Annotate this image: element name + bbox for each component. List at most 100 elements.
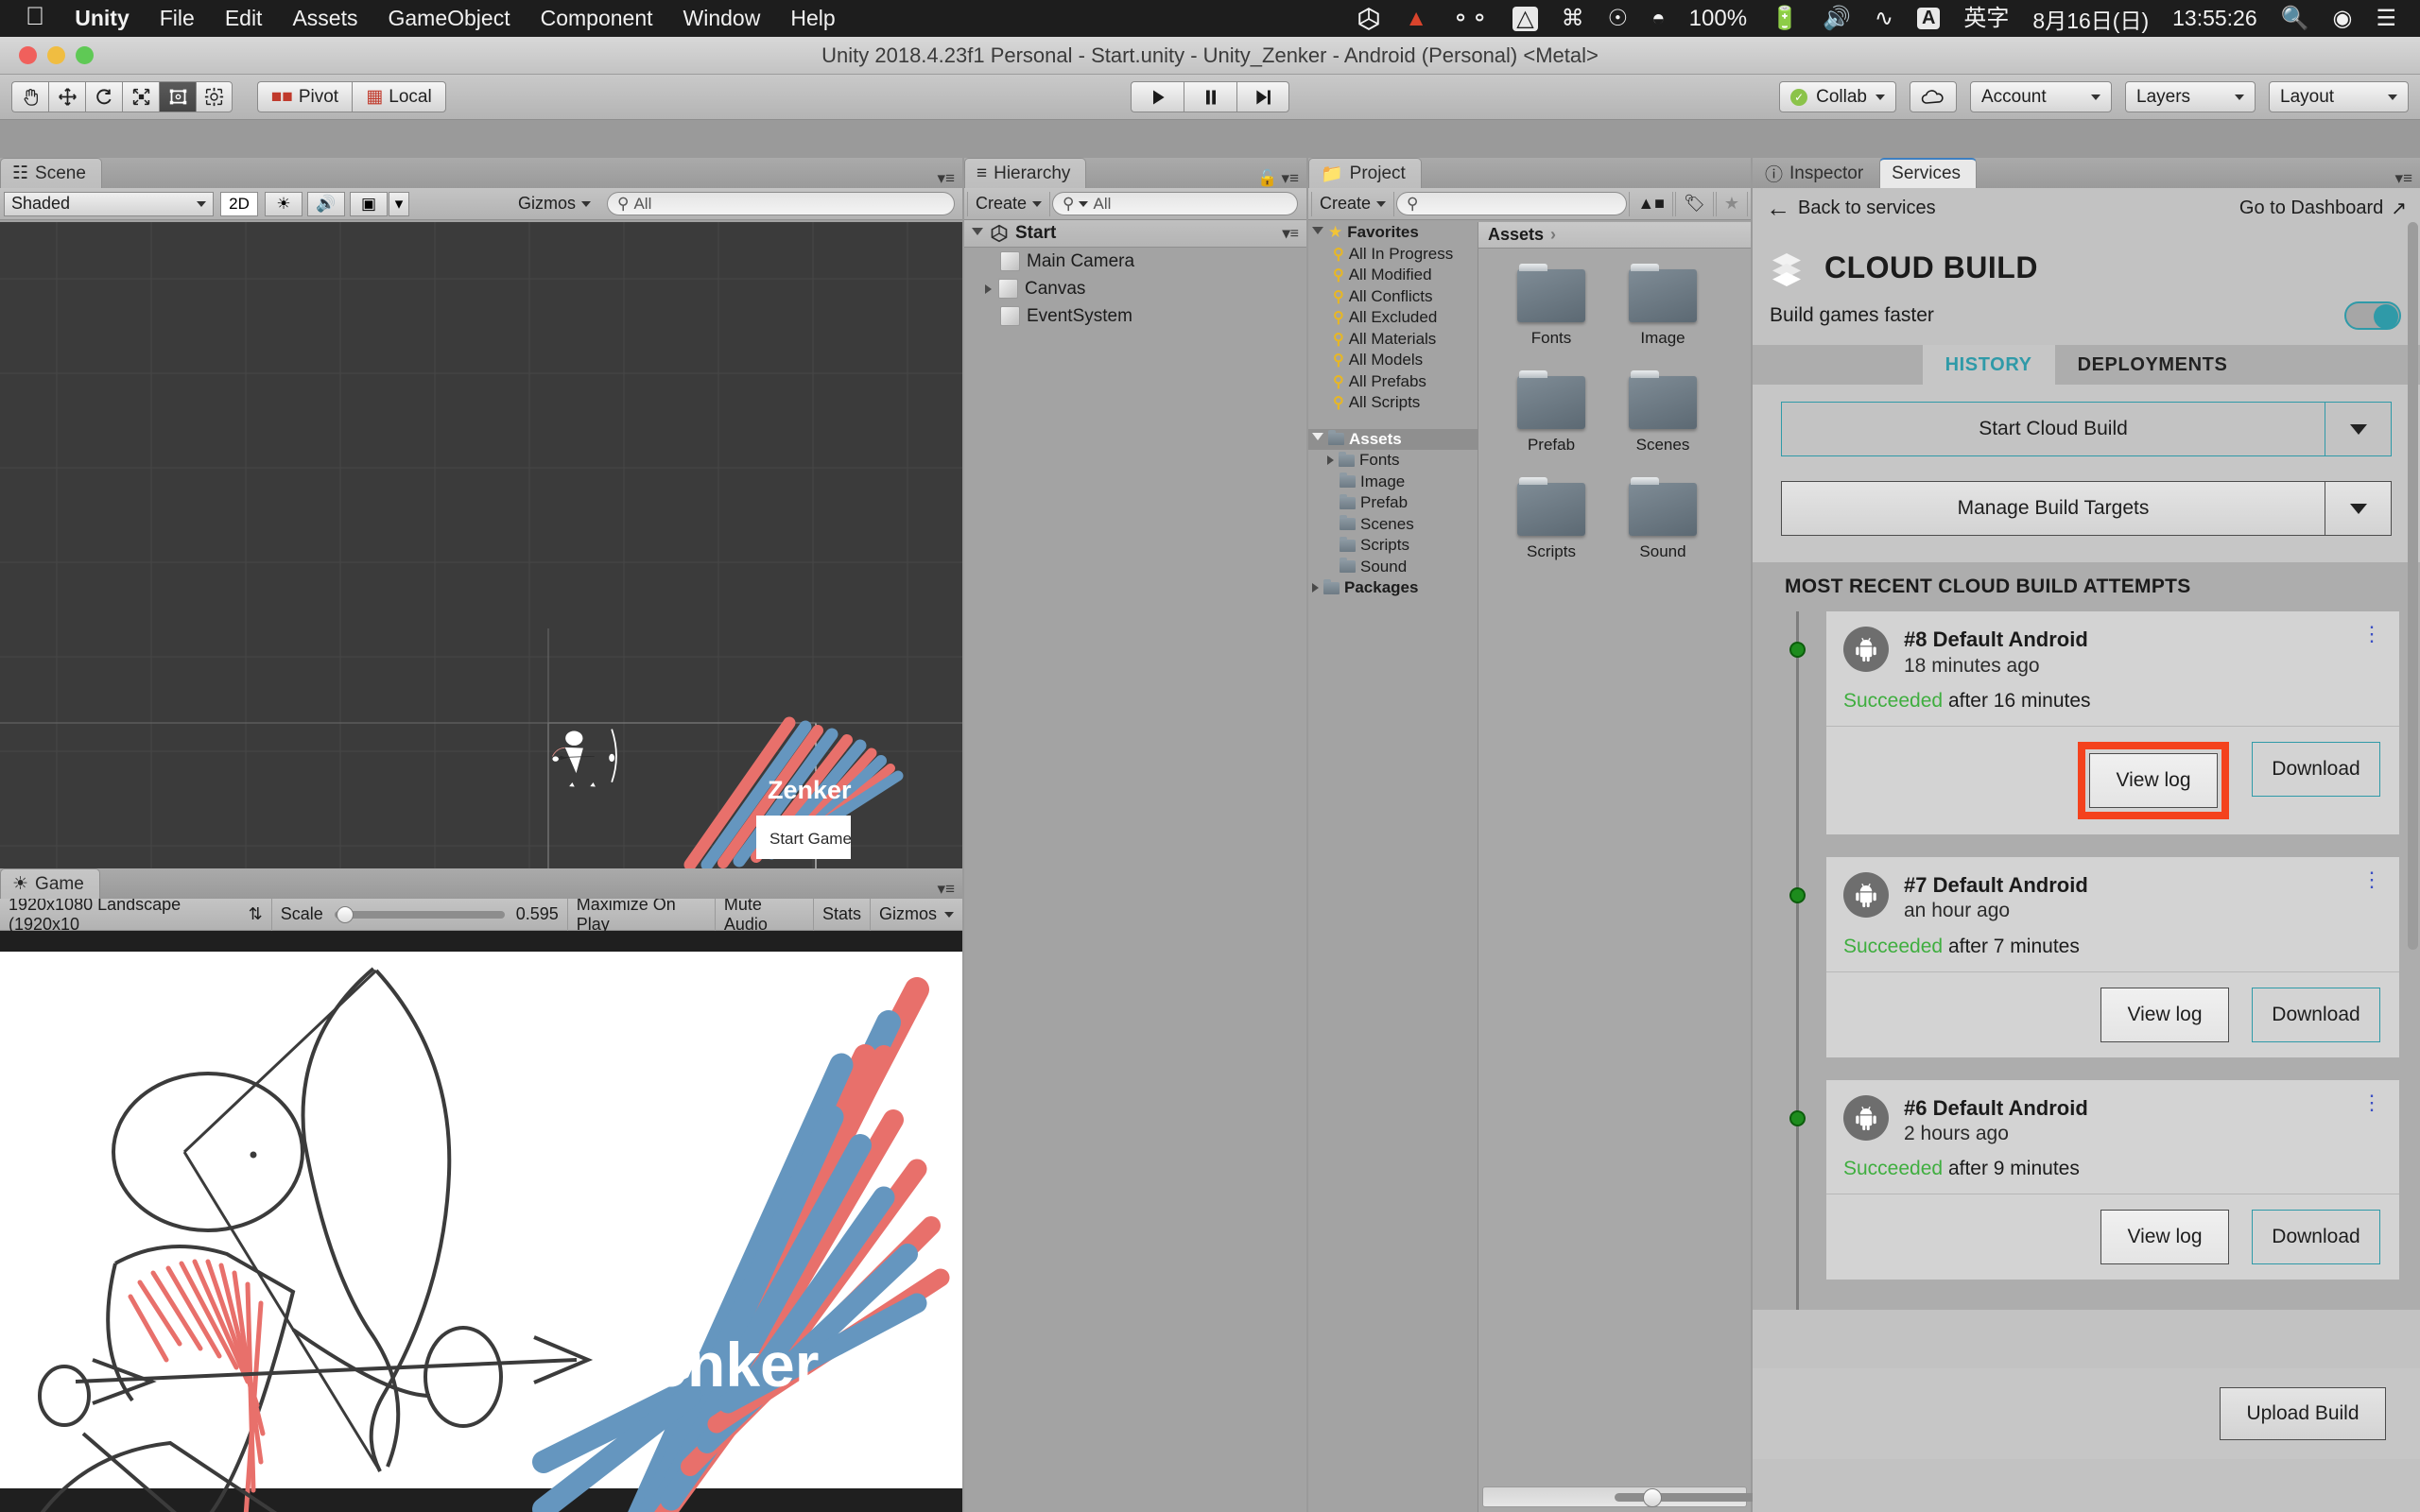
control-center-icon[interactable]: ☰ [2376,7,2396,30]
view-log-button[interactable]: View log [2100,987,2229,1042]
pause-button[interactable] [1184,81,1236,112]
favorite-all-conflicts[interactable]: ⚲ All Conflicts [1308,286,1478,308]
hierarchy-panel-menu[interactable]: 🔓 ▾≡ [1257,169,1299,188]
view-log-button[interactable]: View log [2100,1210,2229,1265]
gizmos-dropdown[interactable]: Gizmos [510,192,598,216]
lighting-icon[interactable]: ☀ [265,191,302,216]
chevron-right-icon[interactable] [1327,455,1334,466]
menu-window[interactable]: Window [683,6,761,31]
chevron-down-icon[interactable] [1312,226,1323,239]
game-canvas[interactable]: Zenker Start Game [0,931,962,1512]
pivot-local-group[interactable]: ■■ Pivot ▦ Local [257,81,446,112]
chevron-down-icon[interactable] [972,227,983,240]
manage-build-targets-button[interactable]: Manage Build Targets [1781,481,2325,536]
asset-folder-item[interactable]: Fonts [1495,264,1607,348]
shading-mode-dropdown[interactable]: Shaded [4,191,214,216]
filter-by-type-icon[interactable]: ▲■ [1629,191,1673,216]
volume-icon[interactable]: 🔊 [1823,7,1851,30]
project-folder-scripts[interactable]: Scripts [1308,535,1478,557]
upload-build-button[interactable]: Upload Build [2220,1387,2386,1440]
tab-inspector[interactable]: ⓘ Inspector [1753,158,1879,188]
command-icon[interactable]: ⌘ [1562,7,1584,30]
favorite-all-excluded[interactable]: ⚲ All Excluded [1308,307,1478,329]
go-to-dashboard-link[interactable]: Go to Dashboard ↗ [2239,197,2407,220]
move-tool-button[interactable] [48,81,85,112]
manage-build-targets-dropdown[interactable] [2325,481,2392,536]
zoom-slider-knob[interactable] [1643,1488,1662,1507]
input-method-badge[interactable]: A [1916,8,1941,29]
project-folder-scenes[interactable]: Scenes [1308,514,1478,536]
tab-hierarchy[interactable]: ≡ Hierarchy [964,158,1087,188]
audio-icon[interactable]: 🔊 [307,191,345,216]
asset-folder-item[interactable]: Image [1607,264,1719,348]
hierarchy-search-input[interactable]: ⚲ All [1052,192,1298,215]
asset-folder-item[interactable]: Prefab [1495,370,1607,455]
scale-slider[interactable]: Scale 0.595 [272,898,568,931]
filter-by-label-icon[interactable]: 🏷 [1675,191,1714,216]
services-panel-menu[interactable]: ▾≡ [2395,169,2412,188]
build-card[interactable]: #8 Default Android 18 minutes ago ⋮ Succ… [1826,611,2399,834]
favorite-all-models[interactable]: ⚲ All Models [1308,350,1478,371]
hierarchy-create-button[interactable]: Create [967,191,1051,216]
stats-toggle[interactable]: Stats [814,898,871,931]
local-button[interactable]: ▦ Local [352,81,446,112]
favorite-all-materials[interactable]: ⚲ All Materials [1308,329,1478,351]
asset-folder-item[interactable]: Sound [1607,477,1719,561]
project-search-input[interactable]: ⚲ [1396,192,1628,215]
project-content-area[interactable]: Assets › Fonts Image Prefab Scenes Scrip… [1478,222,1775,1512]
start-cloud-build-button[interactable]: Start Cloud Build [1781,402,2325,456]
build-card[interactable]: #6 Default Android 2 hours ago ⋮ Succeed… [1826,1079,2399,1280]
spotlight-search-icon[interactable]: 🔍 [2281,7,2309,30]
hierarchy-item-main-camera[interactable]: Main Camera [964,248,1306,275]
menu-edit[interactable]: Edit [225,6,263,31]
build-options-menu-icon[interactable]: ⋮ [2361,624,2382,644]
breadcrumb-assets[interactable]: Assets [1488,225,1544,245]
account-button[interactable]: Account [1970,81,2112,112]
back-to-services-link[interactable]: Back to services [1798,198,1936,219]
step-button[interactable] [1236,81,1289,112]
google-drive-icon[interactable]: △ [1512,6,1538,31]
unity-icon[interactable] [1357,7,1381,31]
project-asset-grid[interactable]: Fonts Image Prefab Scenes Scripts Sound [1478,249,1751,590]
tab-scene[interactable]: ☷ Scene [0,158,102,188]
input-method-label[interactable]: 英字 [1963,7,2009,30]
maximize-on-play-toggle[interactable]: Maximize On Play [568,895,716,934]
play-button[interactable] [1131,81,1184,112]
menu-unity[interactable]: Unity [75,6,130,31]
hierarchy-scene-row[interactable]: Start ▾≡ [964,220,1306,248]
start-cloud-build-dropdown[interactable] [2325,402,2392,456]
project-tree[interactable]: ★ Favorites ⚲ All In Progress ⚲ All Modi… [1308,222,1478,1512]
menu-file[interactable]: File [160,6,195,31]
rotate-tool-button[interactable] [85,81,122,112]
favorite-all-in-progress[interactable]: ⚲ All In Progress [1308,244,1478,266]
asset-folder-item[interactable]: Scripts [1495,477,1607,561]
tab-project[interactable]: 📁 Project [1308,158,1422,188]
mute-audio-toggle[interactable]: Mute Audio [716,895,814,934]
favorite-all-scripts[interactable]: ⚲ All Scripts [1308,392,1478,414]
chevron-down-icon[interactable] [1312,433,1323,445]
chevron-right-icon[interactable] [985,284,992,294]
hierarchy-tree[interactable]: Start ▾≡ Main Camera Canvas EventSystem [964,220,1306,330]
project-assets-row[interactable]: Assets [1308,428,1478,450]
lock-icon[interactable]: 🔓 [1257,169,1277,188]
hand-tool-button[interactable] [11,81,48,112]
scene-search-input[interactable]: ⚲ All [607,192,955,215]
favorite-all-modified[interactable]: ⚲ All Modified [1308,265,1478,286]
download-button[interactable]: Download [2252,741,2380,797]
scale-tool-button[interactable] [122,81,159,112]
toggle-2d-button[interactable]: 2D [220,191,258,216]
project-folder-sound[interactable]: Sound [1308,557,1478,578]
chevron-right-icon[interactable] [1312,583,1319,593]
menu-assets[interactable]: Assets [292,6,357,31]
project-favorites-row[interactable]: ★ Favorites [1308,222,1478,244]
zoom-slider-track[interactable] [1615,1493,1775,1502]
scene-panel-menu[interactable]: ▾≡ [938,169,955,188]
favorite-icon[interactable]: ★ [1715,191,1748,216]
collab-button[interactable]: ✓ Collab [1779,81,1896,112]
scale-slider-track[interactable] [334,905,505,923]
effects-dropdown-icon[interactable]: ▾ [389,191,409,216]
apple-icon[interactable]:  [26,4,44,29]
build-card[interactable]: #7 Default Android an hour ago ⋮ Succeed… [1826,856,2399,1057]
project-breadcrumb[interactable]: Assets › [1478,222,1751,249]
layout-button[interactable]: Layout [2269,81,2409,112]
